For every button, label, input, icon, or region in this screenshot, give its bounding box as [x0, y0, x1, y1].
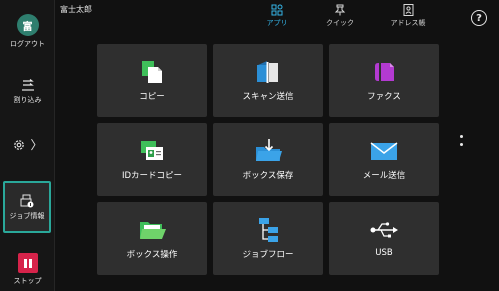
- stop-label: ストップ: [13, 277, 42, 285]
- apps-icon: [271, 4, 283, 16]
- app-tile-copy-label: コピー: [139, 92, 165, 102]
- fax-icon: [369, 58, 399, 86]
- app-tile-copy[interactable]: コピー: [97, 44, 207, 117]
- tab-apps-label: アプリ: [266, 19, 288, 27]
- interrupt-label: 割り込み: [13, 96, 42, 104]
- app-tile-email[interactable]: メール送信: [329, 123, 439, 196]
- app-tile-box-save[interactable]: ボックス保存: [213, 123, 323, 196]
- logout-button[interactable]: 富 ログアウト: [0, 14, 55, 49]
- app-tile-box-operation[interactable]: ボックス操作: [97, 202, 207, 275]
- chevron-right-icon: 〉: [30, 138, 43, 152]
- page-dot: [459, 135, 463, 138]
- job-status-button[interactable]: ジョブ情報: [3, 181, 51, 233]
- app-tile-scan-send[interactable]: スキャン送信: [213, 44, 323, 117]
- interrupt-icon: [21, 79, 34, 91]
- app-tile-fax[interactable]: ファクス: [329, 44, 439, 117]
- page-dot: [459, 143, 463, 146]
- tab-quick-label: クイック: [326, 19, 354, 27]
- app-tile-job-flow-label: ジョブフロー: [242, 250, 294, 260]
- tab-address-book[interactable]: アドレス帳: [378, 4, 438, 28]
- user-avatar: 富: [16, 14, 39, 36]
- app-tile-email-label: メール送信: [362, 171, 406, 181]
- help-button[interactable]: ?: [471, 10, 487, 26]
- app-tile-id-card-copy[interactable]: IDカードコピー: [97, 123, 207, 196]
- job-status-icon: [20, 194, 34, 207]
- user-name: 富士太郎: [60, 5, 92, 14]
- app-tile-box-operation-label: ボックス操作: [126, 250, 178, 260]
- app-grid: コピー スキャン送信 ファクス IDカードコピー ボックス保存 メール送信 ボッ…: [97, 44, 444, 275]
- box-save-icon: [253, 137, 283, 165]
- app-tile-box-save-label: ボックス保存: [242, 171, 294, 181]
- app-tile-job-flow[interactable]: ジョブフロー: [213, 202, 323, 275]
- sidebar: 富 ログアウト 割り込み 〉 ジョブ情報 ストップ: [0, 0, 55, 291]
- tab-apps[interactable]: アプリ: [247, 4, 307, 28]
- stop-icon: [17, 253, 38, 273]
- copy-icon: [137, 58, 167, 86]
- settings-button[interactable]: 〉: [0, 136, 55, 153]
- usb-icon: [369, 216, 399, 244]
- app-tile-scan-send-label: スキャン送信: [242, 92, 294, 102]
- tab-address-book-label: アドレス帳: [390, 19, 426, 27]
- app-tile-usb[interactable]: USB: [329, 202, 439, 275]
- email-icon: [369, 137, 399, 165]
- interrupt-button[interactable]: 割り込み: [0, 78, 55, 105]
- app-tile-usb-label: USB: [375, 248, 393, 258]
- gear-icon: [14, 139, 25, 150]
- box-operation-icon: [137, 216, 167, 244]
- stop-button[interactable]: ストップ: [0, 253, 55, 286]
- app-tile-fax-label: ファクス: [367, 92, 401, 102]
- page-indicator: [458, 135, 464, 146]
- id-card-copy-icon: [137, 137, 167, 165]
- scan-send-icon: [253, 58, 283, 86]
- logout-label: ログアウト: [10, 40, 45, 48]
- tab-quick[interactable]: クイック: [310, 4, 370, 28]
- address-book-icon: [403, 4, 414, 16]
- job-flow-icon: [253, 216, 283, 244]
- pin-icon: [334, 4, 346, 16]
- job-status-label: ジョブ情報: [9, 211, 45, 220]
- app-tile-id-card-copy-label: IDカードコピー: [121, 171, 183, 181]
